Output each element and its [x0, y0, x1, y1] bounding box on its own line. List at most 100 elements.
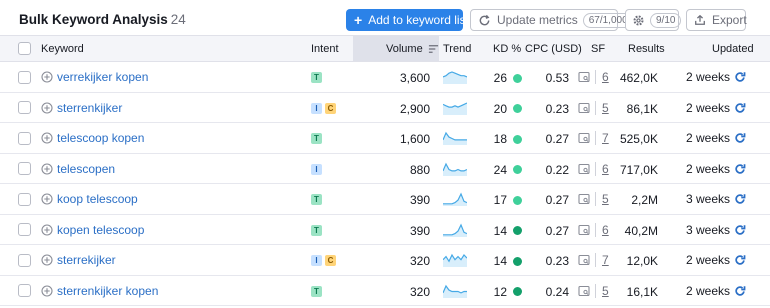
keyword-cell[interactable]: verrekijker kopen: [41, 70, 148, 84]
kd-value: 12: [493, 284, 507, 299]
keyword-cell[interactable]: telescoop kopen: [41, 131, 144, 145]
cpc-value: 0.53: [545, 71, 569, 85]
refresh-icon[interactable]: [734, 71, 746, 83]
serp-divider: [595, 70, 596, 84]
serp-features[interactable]: 6: [578, 70, 609, 84]
add-circle-icon[interactable]: [41, 101, 53, 114]
add-circle-icon[interactable]: [41, 162, 53, 175]
intent-badge-c: C: [325, 255, 336, 266]
column-volume[interactable]: Volume: [386, 43, 439, 55]
refresh-icon[interactable]: [734, 254, 746, 266]
trend-sparkline: [443, 223, 467, 237]
updated-cell: 2 weeks: [676, 162, 746, 176]
cpc-value: 0.22: [545, 162, 569, 177]
update-metrics-button[interactable]: Update metrics 67/1,000: [470, 9, 634, 31]
settings-button[interactable]: 9/10: [625, 9, 682, 31]
keyword-link[interactable]: kopen telescoop: [57, 223, 144, 237]
select-all-checkbox[interactable]: [18, 42, 31, 55]
intent-badge-i: I: [311, 102, 322, 114]
updated-value: 2 weeks: [685, 253, 730, 267]
add-circle-icon[interactable]: [41, 223, 53, 236]
export-button[interactable]: Export: [686, 9, 747, 31]
serp-snapshot-icon[interactable]: [578, 254, 590, 266]
refresh-icon: [479, 14, 490, 25]
cpc-value: 0.27: [545, 193, 569, 207]
page-title: Bulk Keyword Analysis 24: [19, 12, 186, 27]
row-checkbox[interactable]: [18, 192, 31, 206]
serp-features[interactable]: 7: [578, 253, 609, 267]
keyword-link[interactable]: telescopen: [57, 162, 115, 176]
serp-features[interactable]: 5: [578, 283, 609, 298]
results-value: 12,0K: [626, 254, 658, 268]
serp-snapshot-icon[interactable]: [578, 224, 590, 236]
kd-cell: 12: [476, 285, 522, 299]
refresh-icon[interactable]: [734, 224, 746, 236]
add-circle-icon[interactable]: [41, 254, 53, 266]
column-kd[interactable]: KD %: [493, 43, 521, 55]
intent-badge-i: I: [311, 163, 322, 175]
serp-snapshot-icon[interactable]: [578, 132, 590, 144]
column-intent[interactable]: Intent: [311, 43, 339, 55]
kd-cell: 26: [476, 71, 522, 85]
column-keyword[interactable]: Keyword: [41, 43, 84, 55]
serp-features[interactable]: 7: [578, 131, 609, 145]
serp-features[interactable]: 6: [578, 161, 609, 176]
row-checkbox[interactable]: [18, 101, 31, 114]
kd-cell: 14: [476, 224, 522, 238]
toolbar: Bulk Keyword Analysis 24 + Add to keyword…: [0, 0, 770, 36]
keyword-link[interactable]: verrekijker kopen: [57, 70, 148, 84]
refresh-icon[interactable]: [734, 132, 746, 144]
cpc-value: 0.24: [545, 284, 569, 299]
column-updated[interactable]: Updated: [712, 43, 754, 55]
refresh-icon[interactable]: [734, 102, 746, 114]
refresh-icon[interactable]: [734, 163, 746, 175]
volume-value: 1,600: [399, 132, 430, 146]
serp-snapshot-icon[interactable]: [578, 163, 590, 175]
row-checkbox[interactable]: [18, 70, 31, 84]
volume-value: 3,600: [399, 71, 430, 85]
serp-divider: [595, 222, 596, 237]
export-label: Export: [712, 13, 747, 27]
results-value: 525,0K: [619, 132, 658, 146]
keyword-cell[interactable]: kopen telescoop: [41, 223, 144, 237]
serp-snapshot-icon[interactable]: [578, 102, 590, 114]
page-title-text: Bulk Keyword Analysis: [19, 12, 168, 27]
column-results[interactable]: Results: [628, 43, 665, 55]
column-trend[interactable]: Trend: [443, 43, 471, 55]
keyword-link[interactable]: sterrenkijker kopen: [57, 284, 158, 298]
keyword-cell[interactable]: sterrenkijker kopen: [41, 284, 158, 298]
row-checkbox[interactable]: [18, 284, 31, 297]
keyword-link[interactable]: koop telescoop: [57, 192, 138, 206]
keyword-link[interactable]: sterrekijker: [57, 253, 116, 267]
add-circle-icon[interactable]: [41, 284, 53, 297]
row-checkbox[interactable]: [18, 223, 31, 236]
serp-features[interactable]: 5: [578, 100, 609, 115]
add-circle-icon[interactable]: [41, 193, 53, 205]
refresh-icon[interactable]: [734, 193, 746, 205]
serp-snapshot-icon[interactable]: [578, 193, 590, 205]
keyword-link[interactable]: telescoop kopen: [57, 131, 144, 145]
keyword-cell[interactable]: telescopen: [41, 162, 115, 176]
add-to-keyword-list-button[interactable]: + Add to keyword list: [346, 9, 469, 31]
add-circle-icon[interactable]: [41, 132, 53, 144]
serp-features[interactable]: 6: [578, 222, 609, 237]
serp-snapshot-icon[interactable]: [578, 285, 590, 297]
serp-divider: [595, 131, 596, 145]
add-circle-icon[interactable]: [41, 71, 53, 83]
row-checkbox[interactable]: [18, 162, 31, 175]
keyword-cell[interactable]: sterrenkijker: [41, 101, 122, 115]
row-checkbox[interactable]: [18, 131, 31, 145]
serp-snapshot-icon[interactable]: [578, 71, 590, 83]
serp-features[interactable]: 5: [578, 192, 609, 206]
keyword-cell[interactable]: koop telescoop: [41, 192, 138, 206]
keyword-link[interactable]: sterrenkijker: [57, 101, 122, 115]
kd-difficulty-dot: [513, 104, 522, 113]
column-cpc[interactable]: CPC (USD): [525, 43, 582, 55]
keyword-cell[interactable]: sterrekijker: [41, 253, 116, 267]
updated-value: 2 weeks: [685, 161, 730, 176]
refresh-icon[interactable]: [734, 285, 746, 297]
updated-cell: 2 weeks: [676, 284, 746, 298]
column-sf[interactable]: SF: [591, 43, 605, 55]
results-value: 2,2M: [631, 193, 658, 207]
row-checkbox[interactable]: [18, 253, 31, 267]
